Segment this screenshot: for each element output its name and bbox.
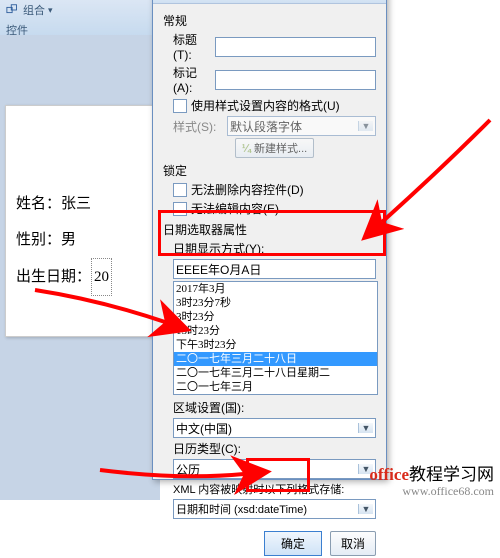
tag-label: 标记(A): (173, 64, 211, 95)
format-list-item[interactable]: 2017年3月 (174, 282, 377, 296)
chevron-down-icon: ▼ (358, 121, 373, 131)
sparkle-icon: ¼ (242, 143, 254, 155)
tag-input[interactable] (215, 70, 376, 90)
locale-combo[interactable]: 中文(中国) ▼ (173, 418, 376, 438)
use-style-checkbox[interactable] (173, 99, 187, 113)
locale-label: 区域设置(国): (173, 399, 244, 416)
format-list-item[interactable]: 3时23分7秒 (174, 296, 377, 310)
calendar-value: 公历 (176, 461, 200, 478)
format-list-item[interactable]: 3时23分 (174, 310, 377, 324)
xml-format-label: XML 内容被映射时以下列格式存储: (173, 481, 344, 497)
chevron-down-icon: ▼ (358, 423, 373, 433)
name-label: 姓名： (16, 196, 61, 212)
ribbon-dropdown-arrow: ▾ (48, 5, 53, 16)
watermark-url: www.office68.com (369, 485, 494, 497)
style-value: 默认段落字体 (230, 118, 302, 135)
lock-section-label: 锁定 (163, 162, 376, 179)
style-label: 样式(S): (173, 118, 223, 135)
format-list-item[interactable]: 下午3时23分 (174, 338, 377, 352)
lock-remove-checkbox[interactable] (173, 183, 187, 197)
chevron-down-icon: ▼ (358, 504, 373, 514)
ribbon-group-button[interactable]: 组合 ▾ (6, 2, 53, 18)
format-list-item[interactable]: 15时23分 (174, 324, 377, 338)
lock-remove-label: 无法删除内容控件(D) (191, 181, 304, 198)
style-combo: 默认段落字体 ▼ (227, 116, 376, 136)
name-value: 张三 (61, 196, 91, 212)
lock-edit-checkbox[interactable] (173, 202, 187, 216)
title-label: 标题(T): (173, 31, 211, 62)
calendar-combo[interactable]: 公历 ▼ (173, 459, 376, 479)
watermark-brand-black: 教程学习网 (409, 465, 494, 484)
lock-edit-label: 无法编辑内容(E) (191, 200, 279, 217)
content-control-properties-dialog: 常规 标题(T): 标记(A): 使用样式设置内容的格式(U) 样式(S): 默… (152, 0, 387, 480)
watermark: office教程学习网 www.office68.com (369, 460, 494, 497)
locale-value: 中文(中国) (176, 420, 232, 437)
gender-label: 性别： (16, 232, 61, 248)
watermark-brand-red: office (369, 465, 409, 484)
xml-format-combo[interactable]: 日期和时间 (xsd:dateTime) ▼ (173, 499, 376, 519)
new-style-button: ¼ 新建样式... (235, 138, 314, 158)
format-input[interactable] (173, 259, 376, 279)
date-content-control[interactable]: 20 (91, 258, 112, 296)
ribbon-group-label: 组合 (23, 2, 45, 18)
document-background: 姓名：张三 性别：男 出生日期：20 (0, 35, 160, 500)
cancel-button[interactable]: 取消 (330, 531, 376, 556)
xml-format-value: 日期和时间 (xsd:dateTime) (176, 501, 307, 517)
format-listbox[interactable]: 2017年3月3时23分7秒3时23分15时23分下午3时23分二〇一七年三月二… (173, 281, 378, 395)
format-list-item[interactable]: 二〇一七年三月二十八日 (174, 352, 377, 366)
birth-label: 出生日期： (16, 269, 91, 285)
general-section-label: 常规 (163, 12, 376, 29)
calendar-label: 日历类型(C): (173, 440, 241, 457)
datepicker-section-label: 日期选取器属性 (163, 221, 376, 238)
format-label: 日期显示方式(Y): (173, 240, 264, 257)
format-list-item[interactable]: 二〇一七年三月 (174, 380, 377, 394)
format-list-item[interactable]: 二〇一七年三月二十八日星期二 (174, 366, 377, 380)
group-icon (6, 3, 20, 17)
use-style-label: 使用样式设置内容的格式(U) (191, 97, 340, 114)
title-input[interactable] (215, 37, 376, 57)
document-page: 姓名：张三 性别：男 出生日期：20 (5, 105, 167, 337)
gender-value: 男 (61, 232, 76, 248)
ok-button[interactable]: 确定 (264, 531, 322, 556)
